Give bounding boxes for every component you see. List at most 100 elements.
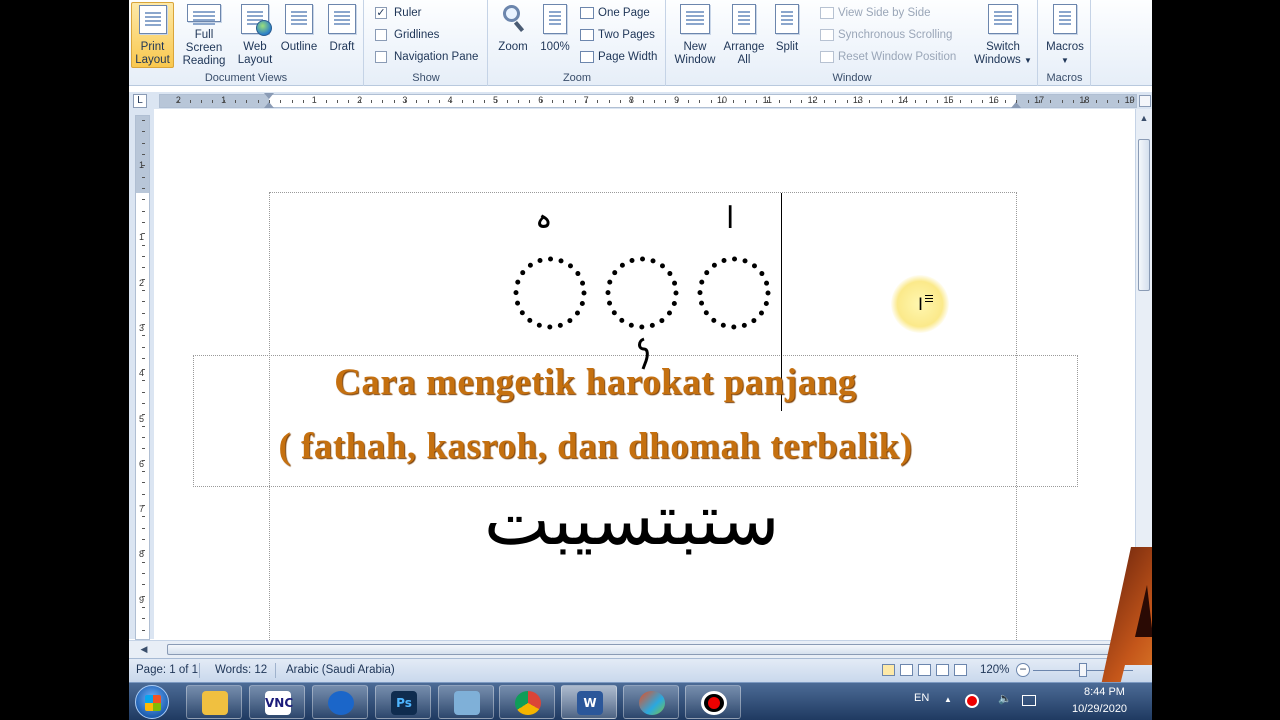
folder-icon — [202, 691, 228, 715]
print-layout-button[interactable]: Print Layout — [131, 2, 174, 68]
language-indicator[interactable]: Arabic (Saudi Arabia) — [286, 664, 395, 676]
view-side-by-side-button[interactable]: View Side by Side — [820, 4, 930, 22]
view-ruler-button[interactable] — [1139, 95, 1151, 107]
ruler-check-icon: ✓ — [375, 7, 387, 19]
page-width-button[interactable]: Page Width — [580, 48, 657, 66]
arrange-all-button[interactable]: Arrange All — [721, 2, 767, 68]
outline-view-icon[interactable] — [936, 664, 949, 676]
photoshop-taskbar-button[interactable]: Ps — [375, 685, 431, 719]
ruler-tick — [846, 100, 848, 103]
page-count[interactable]: Page: 1 of 1 — [136, 664, 198, 676]
chrome-icon — [515, 691, 541, 715]
two-pages-button[interactable]: Two Pages — [580, 26, 655, 44]
document-page[interactable]: ہ ا Cara mengetik harokat panjang ( fath… — [154, 109, 1135, 640]
media-taskbar-button[interactable] — [623, 685, 679, 719]
zoom-100-icon — [543, 4, 567, 34]
one-page-label: One Page — [598, 7, 650, 19]
first-line-indent-marker[interactable] — [264, 93, 274, 99]
zoom-button[interactable]: Zoom — [495, 2, 531, 68]
horizontal-scroll-thumb[interactable] — [167, 644, 1137, 655]
ruler-tick — [495, 100, 497, 103]
vnc-taskbar-button[interactable]: VNC — [249, 685, 305, 719]
ruler-tick — [971, 100, 973, 103]
zoom-level[interactable]: 120% — [980, 664, 1009, 676]
ruler-tick — [869, 100, 871, 103]
reset-window-position-button[interactable]: Reset Window Position — [820, 48, 956, 66]
clock-date[interactable]: 10/29/2020 — [1072, 703, 1127, 715]
vertical-scroll-thumb[interactable] — [1138, 139, 1150, 291]
two-pages-icon — [580, 29, 594, 41]
ruler-tick — [1027, 100, 1029, 103]
scroll-up-icon[interactable]: ▲ — [1139, 113, 1149, 123]
ruler-tick — [540, 100, 542, 103]
recording-tray-icon[interactable] — [965, 694, 979, 708]
synchronous-scrolling-button[interactable]: Synchronous Scrolling — [820, 26, 952, 44]
gridlines-label: Gridlines — [394, 29, 440, 41]
ruler-checkbox[interactable]: ✓ Ruler — [375, 4, 421, 22]
scroll-left-icon[interactable]: ◀ — [139, 644, 149, 654]
word-taskbar-button[interactable]: W — [561, 685, 617, 719]
outline-button[interactable]: Outline — [277, 2, 321, 68]
dotted-circle-2 — [605, 256, 679, 330]
horizontal-scrollbar[interactable]: ◀ — [129, 640, 1152, 658]
macros-button[interactable]: Macros ▼ — [1043, 2, 1087, 68]
navigation-pane-checkbox[interactable]: Navigation Pane — [375, 48, 478, 66]
new-window-button[interactable]: New Window — [670, 2, 720, 68]
window-group-label: Window — [832, 72, 872, 84]
web-layout-view-icon[interactable] — [918, 664, 931, 676]
vertical-ruler-tick — [142, 380, 145, 382]
ruler-tick — [642, 100, 644, 103]
switch-windows-button[interactable]: Switch Windows ▼ — [971, 2, 1035, 68]
ruler-tick — [223, 100, 225, 103]
vertical-ruler-tick — [142, 346, 145, 348]
draft-view-icon[interactable] — [954, 664, 967, 676]
ruler-tick — [359, 100, 361, 103]
view-side-by-side-icon — [820, 7, 834, 19]
vertical-ruler-tick — [142, 369, 145, 371]
control-panel-taskbar-button[interactable] — [438, 685, 494, 719]
tab-selector[interactable]: L — [133, 94, 147, 108]
network-icon[interactable] — [1022, 695, 1036, 706]
ruler-tick — [518, 100, 520, 103]
ruler-tick — [1118, 100, 1120, 103]
ruler-tick — [903, 100, 905, 103]
vertical-ruler-tick — [142, 221, 145, 223]
a3-logo — [1101, 547, 1152, 682]
vertical-ruler-tick — [142, 176, 145, 178]
chevron-down-icon: ▼ — [1061, 56, 1069, 65]
language-bar[interactable]: EN — [914, 692, 929, 704]
zoom-slider-thumb[interactable] — [1079, 663, 1087, 677]
vertical-ruler[interactable]: 1123456789 — [135, 115, 150, 640]
clock-time[interactable]: 8:44 PM — [1084, 686, 1125, 698]
vertical-ruler-tick — [142, 403, 145, 405]
ruler-tick — [767, 100, 769, 103]
document-views-label: Document Views — [204, 72, 288, 84]
full-screen-reading-button[interactable]: Full Screen Reading — [175, 2, 233, 68]
draft-button[interactable]: Draft — [323, 2, 361, 68]
arrange-all-icon — [732, 4, 756, 34]
web-layout-button[interactable]: Web Layout — [235, 2, 275, 68]
explorer-taskbar-button[interactable] — [186, 685, 242, 719]
start-button[interactable] — [135, 685, 169, 719]
chrome-taskbar-button[interactable] — [499, 685, 555, 719]
horizontal-ruler[interactable]: 2112345678910111213141516171819 — [159, 93, 1137, 108]
vertical-ruler-tick — [142, 471, 145, 473]
ruler-tick — [280, 100, 282, 103]
ruler-tick — [597, 100, 599, 103]
print-layout-view-icon[interactable] — [882, 664, 895, 676]
gridlines-checkbox[interactable]: Gridlines — [375, 26, 439, 44]
show-hidden-icons-icon[interactable]: ▲ — [944, 695, 952, 704]
word-count[interactable]: Words: 12 — [215, 664, 267, 676]
full-screen-reading-view-icon[interactable] — [900, 664, 913, 676]
one-page-button[interactable]: One Page — [580, 4, 650, 22]
browser-taskbar-button[interactable] — [312, 685, 368, 719]
zoom-out-icon[interactable]: − — [1016, 663, 1030, 677]
vertical-ruler-tick — [142, 629, 145, 631]
ruler-tick — [370, 100, 372, 103]
ruler-tick — [574, 100, 576, 103]
split-button[interactable]: Split — [769, 2, 805, 68]
zoom-100-button[interactable]: 100% — [536, 2, 574, 68]
recorder-taskbar-button[interactable] — [685, 685, 741, 719]
volume-icon[interactable]: 🔈 — [998, 692, 1012, 705]
vertical-ruler-tick — [142, 482, 145, 484]
